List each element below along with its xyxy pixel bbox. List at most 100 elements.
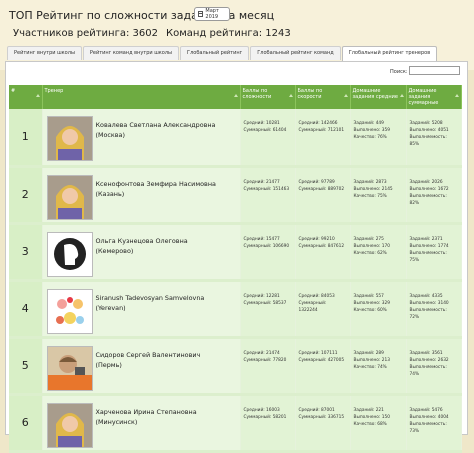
table-row[interactable]: 5 Сидоров Сергей Валентинович (Пермь) Средн…: [9, 337, 462, 396]
rank-cell: 5: [9, 337, 43, 396]
sort-icon: [233, 94, 238, 97]
trainer-name[interactable]: Ковалева Светлана Александровна: [96, 120, 256, 130]
search-input[interactable]: [409, 66, 460, 75]
stat-line: Качество: 76%: [353, 135, 387, 140]
month-picker-button[interactable]: Март 2019: [194, 7, 230, 21]
stat-line: Средний: 97789: [298, 179, 335, 185]
trainer-info: Сидоров Сергей Валентинович (Пермь): [96, 350, 256, 370]
rank-cell: 4: [9, 280, 43, 339]
trainer-cell: Сидоров Сергей Валентинович (Пермь): [42, 337, 241, 396]
stat-line: Выполнено: 170: [353, 243, 390, 249]
stat-line: Заданий: 4335: [409, 293, 443, 299]
trainer-city: (Москва): [95, 131, 125, 139]
tab-global-rating[interactable]: Глобальный рейтинг: [180, 46, 250, 60]
trainer-name[interactable]: Сидоров Сергей Валентинович: [96, 350, 256, 360]
trainers-table: # Тренер Баллы по сложности Баллы по ско…: [9, 85, 462, 453]
tab-school-teams-rating[interactable]: Рейтинг команд внутри школы: [82, 46, 180, 60]
stat-line: Заданий: 5208: [409, 121, 443, 126]
rank-cell: 6: [9, 394, 43, 453]
stat-line: Средний: 142466: [298, 121, 338, 126]
avatar[interactable]: [46, 116, 93, 161]
avatar[interactable]: [46, 231, 93, 277]
trainer-city: (Yerevan): [95, 303, 126, 312]
column-header-speed-points[interactable]: Баллы по скорости: [295, 85, 351, 109]
stat-line: Качество: 75%: [353, 193, 387, 199]
avatar[interactable]: [46, 288, 93, 334]
column-header-trainer[interactable]: Тренер: [42, 85, 241, 109]
stat-line: Суммарный: 1322244: [298, 300, 327, 313]
stat-line: Качество: 74%: [353, 364, 387, 370]
homework-average-cell: Заданий: 2873 Выполнено: 2145 Качество: 75…: [350, 166, 407, 225]
stat-line: Выполнено: 4004: [409, 414, 449, 420]
stat-line: Выполнено: 1774: [409, 243, 449, 249]
avatar[interactable]: [46, 345, 93, 391]
stat-line: Выполнено: 213: [353, 357, 390, 363]
stat-line: Заданий: 5476: [409, 407, 443, 413]
sort-icon: [35, 94, 40, 97]
sort-icon: [343, 94, 348, 97]
table-row[interactable]: 6 Харченова Ирина Степановна (Минусинск) Ср…: [9, 394, 462, 453]
column-header-rank[interactable]: #: [9, 85, 43, 109]
stat-line: Качество: 60%: [353, 307, 387, 313]
trainer-cell: Ольга Кузнецова Олеговна (Кемерово): [42, 223, 241, 282]
trainer-city: (Казань): [95, 189, 125, 198]
column-header-difficulty-points[interactable]: Баллы по сложности: [240, 85, 296, 109]
stat-line: Выполнено: 4051: [409, 128, 449, 133]
stat-line: Суммарный: 847612: [298, 243, 345, 249]
trainer-name[interactable]: Ксенофонтова Земфира Насимовна: [96, 179, 256, 189]
stat-line: Выполняемость: 85%: [409, 135, 447, 147]
trainer-city: (Минусинск): [95, 417, 138, 426]
stat-line: Качество: 68%: [353, 421, 387, 427]
trainer-name[interactable]: Ольга Кузнецова Олеговна: [96, 236, 256, 246]
column-header-homework-average[interactable]: Домашние задания средние: [350, 85, 407, 109]
stat-line: Средний: 107111: [298, 350, 338, 356]
stat-line: Качество: 62%: [353, 250, 387, 256]
homework-total-cell: Заданий: 5208 Выполнено: 4051 Выполняемост…: [406, 109, 462, 168]
rank-cell: 1: [9, 109, 43, 168]
homework-average-cell: Заданий: 557 Выполнено: 329 Качество: 60%: [350, 280, 407, 339]
stat-line: Средний: 99210: [298, 236, 335, 242]
stat-line: Выполнено: 1672: [409, 186, 449, 192]
homework-average-cell: Заданий: 289 Выполнено: 213 Качество: 74%: [350, 337, 407, 396]
table-row[interactable]: 3 Ольга Кузнецова Олеговна (Кемерово) Средн…: [9, 223, 462, 282]
stat-line: Суммарный: 427005: [298, 357, 345, 363]
speed-points-cell: Средний: 84053 Суммарный: 1322244: [295, 280, 351, 339]
homework-average-cell: Заданий: 449 Выполнено: 359 Качество: 76%: [350, 109, 407, 168]
teams-count: Команд рейтинга: 1243: [166, 28, 291, 39]
speed-points-cell: Средний: 87001 Суммарный: 336715: [295, 394, 351, 453]
stat-line: Выполняемость: 72%: [409, 307, 447, 320]
stat-line: Заданий: 2026: [409, 179, 443, 185]
avatar[interactable]: [46, 174, 93, 220]
trainer-info: Siranush Tadevosyan Samvelovna (Yerevan): [96, 293, 256, 313]
tab-school-rating[interactable]: Рейтинг внутри школы: [7, 46, 82, 60]
stat-line: Выполняемость: 75%: [409, 250, 447, 263]
trainer-name[interactable]: Siranush Tadevosyan Samvelovna: [96, 293, 256, 303]
stat-line: Заданий: 2873: [353, 179, 387, 185]
stat-line: Заданий: 275: [353, 236, 384, 242]
tab-global-trainers-rating[interactable]: Глобальный рейтинг тренеров: [341, 46, 438, 62]
trainer-cell: Ксенофонтова Земфира Насимовна (Казань): [42, 166, 241, 225]
search-label: Поиск:: [390, 69, 408, 75]
trainer-city: (Кемерово): [95, 246, 134, 255]
trainer-name[interactable]: Харченова Ирина Степановна: [96, 407, 256, 417]
stat-line: Заданий: 3561: [409, 350, 443, 356]
table-header-row: # Тренер Баллы по сложности Баллы по ско…: [9, 85, 462, 109]
rating-tabs: Рейтинг внутри школы Рейтинг команд внут…: [7, 46, 438, 62]
trainer-cell: Ковалева Светлана Александровна (Москва): [42, 109, 241, 168]
table-row[interactable]: 4 Siranush Tadevosyan Samvelovna (Yerevan)…: [9, 280, 462, 339]
table-row[interactable]: 1 Ковалева Светлана Александровна (Москва)…: [9, 109, 462, 168]
month-label: Март 2019: [205, 8, 219, 20]
trainer-city: (Пермь): [95, 360, 122, 369]
column-header-homework-total[interactable]: Домашние задания суммарные: [406, 85, 462, 109]
stat-line: Выполняемость: 73%: [409, 421, 447, 434]
stat-line: Выполнено: 2632: [409, 357, 449, 363]
homework-average-cell: Заданий: 275 Выполнено: 170 Качество: 62%: [350, 223, 407, 282]
stat-line: Заданий: 2371: [409, 236, 443, 242]
table-row[interactable]: 2 Ксенофонтова Земфира Насимовна (Казань) С…: [9, 166, 462, 225]
avatar[interactable]: [46, 402, 93, 448]
stat-line: Средний: 84053: [298, 293, 335, 299]
homework-total-cell: Заданий: 5476 Выполнено: 4004 Выполняемост…: [406, 394, 462, 453]
sort-icon: [454, 94, 459, 97]
tab-global-teams-rating[interactable]: Глобальный рейтинг команд: [250, 46, 341, 60]
stat-line: Суммарный: 336715: [298, 414, 345, 420]
